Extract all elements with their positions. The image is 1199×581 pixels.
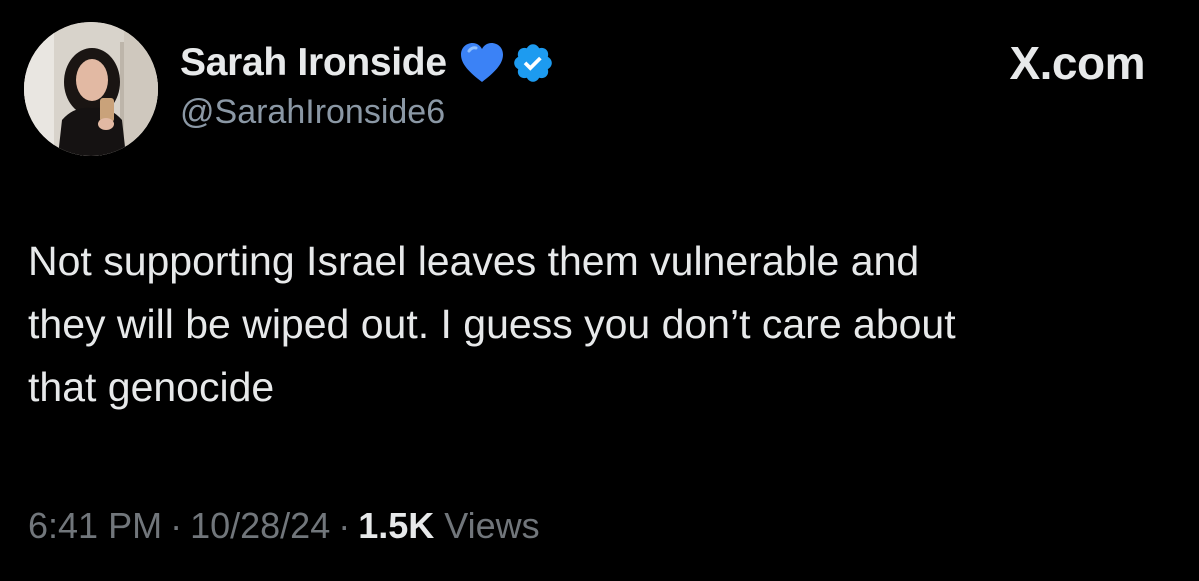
tweet-card: Sarah Ironside @SarahIronside6 X.com Not… — [0, 0, 1199, 581]
avatar-photo — [24, 22, 158, 156]
avatar[interactable] — [24, 22, 158, 156]
meta-separator: · — [338, 505, 351, 546]
tweet-text-line: that genocide — [28, 364, 275, 410]
author-handle[interactable]: @SarahIronside6 — [180, 93, 445, 132]
tweet-text: Not supporting Israel leaves them vulner… — [28, 230, 1178, 419]
meta-separator: · — [170, 505, 183, 546]
tweet-time[interactable]: 6:41 PM — [28, 505, 162, 546]
brand-logo: X.com — [1009, 37, 1145, 89]
views-label[interactable]: Views — [444, 505, 539, 546]
tweet-date[interactable]: 10/28/24 — [190, 505, 330, 546]
author-display-name[interactable]: Sarah Ironside — [180, 41, 447, 85]
verified-badge-icon[interactable] — [511, 41, 555, 85]
views-count[interactable]: 1.5K — [358, 505, 434, 546]
author-name-row: Sarah Ironside — [180, 38, 555, 88]
blue-heart-icon — [459, 41, 505, 85]
tweet-meta: 6:41 PM · 10/28/24 · 1.5K Views — [28, 505, 540, 547]
tweet-text-line: they will be wiped out. I guess you don’… — [28, 301, 956, 347]
tweet-text-line: Not supporting Israel leaves them vulner… — [28, 238, 920, 284]
